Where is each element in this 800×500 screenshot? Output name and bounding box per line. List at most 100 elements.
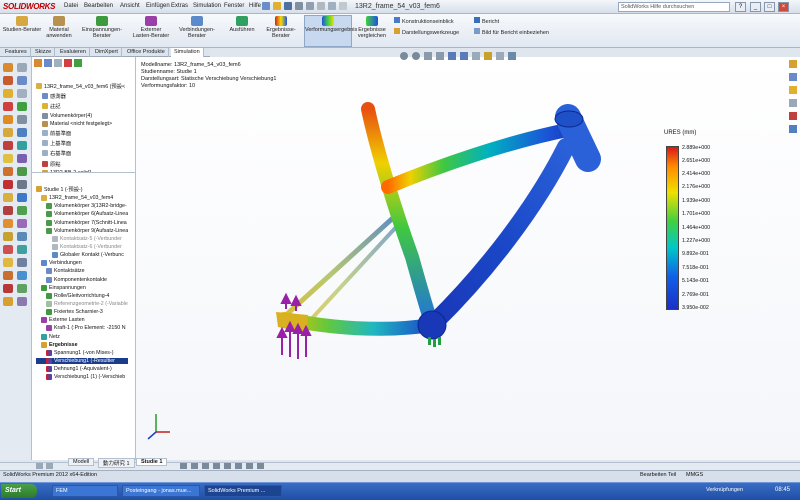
tab-studie-1[interactable]: Studie 1 (136, 458, 168, 466)
tab-skizze[interactable]: Skizze (32, 48, 56, 57)
tree-item-contact-set[interactable]: Kontaktsatz-6 (-Verbunder (36, 243, 128, 250)
tool-icon[interactable] (17, 258, 27, 267)
run-button[interactable]: Ausführen (226, 16, 258, 33)
tree-item-reference-geometry[interactable]: Referenzgeometrie-2 (-Variable (36, 300, 128, 307)
undo-icon[interactable] (306, 2, 314, 10)
include-image-report-button[interactable]: Bild für Bericht einbeziehen (474, 28, 549, 36)
menu-simulation[interactable]: Simulation (193, 3, 221, 9)
apply-material-button[interactable]: Material anwenden (44, 16, 74, 39)
menu-datei[interactable]: Datei (64, 3, 78, 9)
menu-fenster[interactable]: Fenster (224, 3, 244, 9)
results-advisor-button[interactable]: Ergebnisse-Berater (258, 16, 304, 39)
fixtures-advisor-button[interactable]: Einspannungen-Berater (74, 16, 130, 39)
dimxpert-icon[interactable] (64, 59, 72, 67)
tool-icon[interactable] (17, 180, 27, 189)
plot-tools-button[interactable]: Darstellungswerkzeuge (394, 28, 459, 36)
menu-bearbeiten[interactable]: Bearbeiten (84, 3, 113, 9)
tree-item-right-plane[interactable]: 右基準面 (36, 149, 125, 157)
study-advisor-button[interactable]: Studien-Berater (2, 16, 42, 33)
tree-item-study[interactable]: Studie 1 (-預設-) (36, 185, 128, 193)
menu-ansicht[interactable]: Ansicht (120, 3, 140, 9)
help-button[interactable]: ? (735, 2, 746, 12)
taskbar-shortcuts[interactable]: Verknüpfungen (706, 487, 743, 493)
select-icon[interactable] (317, 2, 325, 10)
tool-icon[interactable] (17, 193, 27, 202)
tree-item-part[interactable]: 13R2_frame_54_v03_fem6 (預設< (36, 82, 125, 90)
tool-icon[interactable] (17, 167, 27, 176)
tool-icon[interactable] (213, 463, 220, 469)
tool-icon[interactable] (3, 232, 13, 241)
color-scale-bar[interactable] (666, 146, 679, 310)
tool-icon[interactable] (3, 89, 13, 98)
tool-icon[interactable] (17, 141, 27, 150)
rebuild-icon[interactable] (328, 2, 336, 10)
tree-item-sensors[interactable]: 感測器 (36, 92, 125, 100)
config-manager-icon[interactable] (54, 59, 62, 67)
open-folder-icon[interactable] (273, 2, 281, 10)
menu-einfuegen[interactable]: Einfügen (146, 3, 170, 9)
tool-icon[interactable] (3, 193, 13, 202)
tool-icon[interactable] (3, 271, 13, 280)
tree-item-material[interactable]: Material <nicht festgelegt> (36, 120, 125, 127)
tool-icon[interactable] (17, 232, 27, 241)
tree-item-component-contacts[interactable]: Komponentenkontakte (36, 276, 128, 283)
tree-item-body[interactable]: Volumenkörper 7(Schnitt-Linea (36, 219, 128, 226)
tab-simulation[interactable]: Simulation (171, 48, 204, 57)
tool-icon[interactable] (246, 463, 253, 469)
tool-icon[interactable] (3, 245, 13, 254)
tree-item-solid-bodies[interactable]: Volumenkörper(4) (36, 112, 125, 119)
appearances-icon[interactable] (789, 112, 797, 120)
status-units[interactable]: MMGS (686, 472, 703, 478)
feature-manager-icon[interactable] (34, 59, 42, 67)
tree-item-contact-sets[interactable]: Kontaktsätze (36, 268, 128, 275)
tool-icon[interactable] (3, 180, 13, 189)
minimize-button[interactable]: _ (750, 2, 761, 12)
menu-hilfe[interactable]: Hilfe (249, 3, 261, 9)
tree-item-body[interactable]: Volumenkörper 3(13R2-bridge- (36, 203, 128, 210)
tool-icon[interactable] (17, 206, 27, 215)
property-manager-icon[interactable] (44, 59, 52, 67)
tool-icon[interactable] (3, 219, 13, 228)
options-icon[interactable] (339, 2, 347, 10)
compare-results-button[interactable]: Ergebnisse vergleichen (354, 16, 390, 39)
tool-icon[interactable] (17, 245, 27, 254)
tab-features[interactable]: Features (2, 48, 31, 57)
deformed-result-button[interactable]: Verformungsergebnis (305, 16, 357, 33)
solidworks-resources-icon[interactable] (789, 60, 797, 68)
tree-item-top-plane[interactable]: 上基準面 (36, 139, 125, 147)
tab-modell[interactable]: Modell (68, 458, 95, 466)
tab-motion-study[interactable]: 動力研究 1 (98, 458, 135, 468)
tree-item-assembly[interactable]: 13R2_frame_54_v03_fem4 (36, 195, 128, 202)
help-search-input[interactable]: SolidWorks Hilfe durchsuchen (618, 2, 730, 12)
tree-item-displacement-2[interactable]: Verschiebung1 (1) (-Verschieb (36, 374, 128, 381)
tool-icon[interactable] (3, 141, 13, 150)
tree-item-displacement[interactable]: Verschiebung1 (-Resultier (36, 357, 129, 364)
solidworks-logo[interactable]: SOLIDWORKS (3, 2, 55, 11)
tool-icon[interactable] (3, 115, 13, 124)
menu-extras[interactable]: Extras (171, 3, 188, 9)
tree-item-contact-set[interactable]: Kontaktsatz-5 (-Verbunder (36, 235, 128, 242)
tab-office-produkte[interactable]: Office Produkte (124, 48, 169, 57)
tree-item-front-plane[interactable]: 前基準面 (36, 129, 125, 137)
tool-icon[interactable] (3, 63, 13, 72)
tool-icon[interactable] (257, 463, 264, 469)
tree-item-body[interactable]: Volumenkörper 6(Aufsatz-Linea (36, 211, 128, 218)
tool-icon[interactable] (3, 76, 13, 85)
save-icon[interactable] (284, 2, 292, 10)
tree-item-fixtures[interactable]: Einspannungen (36, 284, 128, 291)
new-document-icon[interactable] (262, 2, 270, 10)
tool-icon[interactable] (17, 102, 27, 111)
tree-item-roller[interactable]: Rolle/Gleitvorrichtung-4 (36, 292, 128, 299)
file-explorer-icon[interactable] (789, 86, 797, 94)
tree-item-annotations[interactable]: 註記 (36, 102, 125, 110)
tool-icon[interactable] (191, 463, 198, 469)
report-button[interactable]: Bericht (474, 17, 499, 25)
tool-icon[interactable] (17, 271, 27, 280)
tool-icon[interactable] (3, 102, 13, 111)
tree-item-force[interactable]: Kraft-1 (:Pro Element: -2150 N (36, 325, 128, 332)
tool-icon[interactable] (3, 167, 13, 176)
tab-dimxpert[interactable]: DimXpert (92, 48, 122, 57)
external-loads-advisor-button[interactable]: Externer Lasten-Berater (132, 16, 170, 39)
tab-evaluieren[interactable]: Evaluieren (57, 48, 90, 57)
tree-item-fixed-hinge[interactable]: Fixiertes Scharnier-3 (36, 309, 128, 316)
